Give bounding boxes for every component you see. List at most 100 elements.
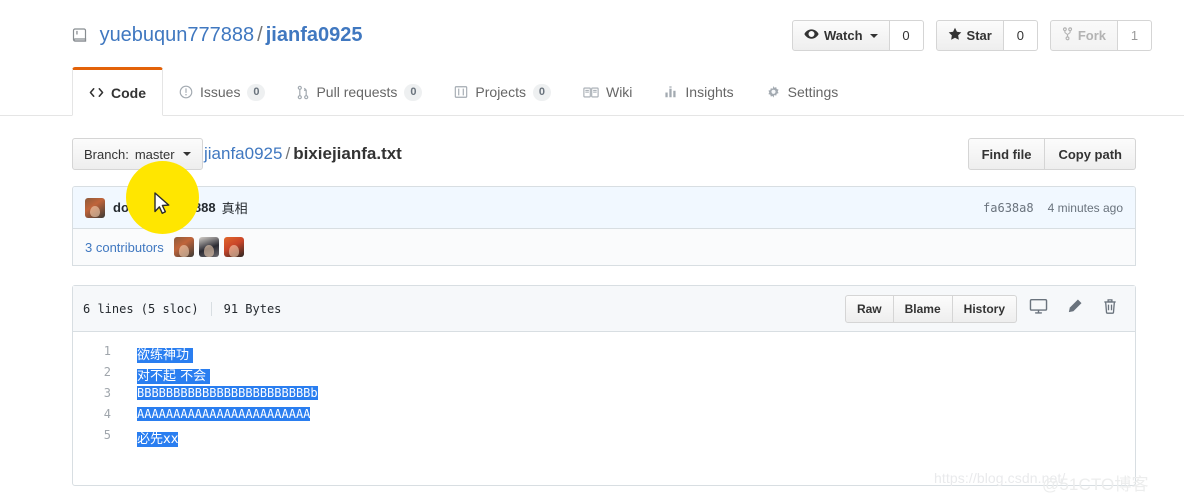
tab-code[interactable]: Code (72, 67, 163, 116)
tab-projects-count: 0 (532, 83, 551, 101)
avatar[interactable] (198, 237, 219, 257)
watch-button[interactable]: Watch (792, 20, 890, 51)
line-text: AAAAAAAAAAAAAAAAAAAAAAAA (137, 407, 311, 421)
tab-settings-label: Settings (787, 84, 839, 100)
open-desktop-button[interactable] (1023, 295, 1053, 323)
latest-commit-box: dongfang777888 真相 fa638a8 4 minutes ago … (72, 186, 1136, 266)
blame-button[interactable]: Blame (893, 294, 953, 323)
tab-wiki[interactable]: Wiki (567, 68, 648, 116)
project-board-icon (454, 85, 468, 99)
blob-info: 6 lines (5 sloc) 91 Bytes (83, 301, 282, 316)
repo-header: yuebuqun777888/jianfa0925 Watch 0 Star 0… (0, 0, 1184, 68)
avatar[interactable] (223, 237, 244, 257)
blob-code: 1 欲练神功 2 对不起 不会 3 BBBBBBBBBBBBBBBBBBBBBB… (73, 332, 1135, 449)
watch-button-group: Watch 0 (792, 20, 924, 51)
line-content[interactable]: 欲练神功 (121, 344, 194, 363)
watch-count[interactable]: 0 (889, 20, 924, 51)
file-nav-buttons: Find file Copy path (967, 138, 1136, 170)
fork-button[interactable]: Fork (1049, 20, 1118, 51)
tab-wiki-label: Wiki (605, 84, 633, 100)
copy-path-button[interactable]: Copy path (1045, 138, 1136, 170)
tab-pull-requests-label: Pull requests (316, 84, 398, 100)
repo-owner-link[interactable]: yuebuqun777888 (100, 24, 255, 46)
branch-name: master (134, 146, 175, 162)
tab-issues[interactable]: Issues 0 (163, 68, 281, 116)
breadcrumb-separator: / (285, 144, 291, 163)
branch-label: Branch: (84, 146, 129, 162)
tab-insights-label: Insights (685, 84, 734, 100)
breadcrumb: jianfa0925/bixiejianfa.txt (204, 141, 402, 167)
fork-button-group: Fork 1 (1049, 20, 1152, 51)
eye-icon (804, 28, 819, 43)
star-count[interactable]: 0 (1003, 20, 1038, 51)
commit-author-link[interactable]: dongfang777888 (113, 200, 216, 215)
line-number: 5 (103, 428, 111, 442)
trash-icon (1102, 298, 1118, 320)
line-content[interactable]: AAAAAAAAAAAAAAAAAAAAAAAA (121, 407, 311, 421)
code-line: 5 必先xx (73, 428, 1135, 449)
git-pull-request-icon (297, 85, 309, 100)
blob-size: 91 Bytes (223, 301, 282, 316)
contributors-row: 3 contributors (73, 229, 1135, 265)
breadcrumb-repo-link[interactable]: jianfa0925 (204, 144, 282, 163)
contributors-link[interactable]: 3 contributors (85, 240, 164, 255)
line-content[interactable]: 必先xx (121, 428, 179, 447)
tab-issues-count: 0 (247, 83, 266, 101)
commit-message: 真相 (221, 201, 248, 216)
code-line: 1 欲练神功 (73, 344, 1135, 365)
history-button[interactable]: History (952, 294, 1017, 323)
line-text: 欲练神功 (137, 348, 194, 363)
delete-file-button[interactable] (1095, 295, 1125, 323)
star-icon (948, 27, 962, 44)
star-button-group: Star 0 (935, 20, 1038, 51)
fork-count[interactable]: 1 (1118, 20, 1152, 51)
repo-title: yuebuqun777888/jianfa0925 (72, 22, 362, 48)
find-file-button[interactable]: Find file (967, 138, 1046, 170)
repo-separator: / (257, 24, 263, 46)
breadcrumb-filename: bixiejianfa.txt (293, 144, 402, 163)
line-content[interactable]: BBBBBBBBBBBBBBBBBBBBBBBBb (121, 386, 318, 400)
code-line: 2 对不起 不会 (73, 365, 1135, 386)
repo-book-icon (72, 25, 88, 42)
chevron-down-icon (182, 152, 191, 156)
avatar[interactable] (173, 237, 194, 257)
branch-select-button[interactable]: Branch: master (72, 138, 203, 170)
repo-actions: Watch 0 Star 0 Fork 1 (792, 20, 1152, 51)
tab-pull-requests[interactable]: Pull requests 0 (281, 68, 438, 116)
contributor-avatars (173, 237, 244, 257)
commit-row: dongfang777888 真相 fa638a8 4 minutes ago (73, 187, 1135, 229)
repo-nav-tabs: Code Issues 0 Pull requests 0 Projects 0… (72, 67, 855, 116)
edit-file-button[interactable] (1059, 295, 1089, 323)
line-content[interactable]: 对不起 不会 (121, 365, 211, 384)
blob-header: 6 lines (5 sloc) 91 Bytes Raw Blame Hist… (73, 286, 1135, 332)
avatar (85, 197, 105, 218)
tab-insights[interactable]: Insights (648, 68, 749, 116)
raw-button[interactable]: Raw (844, 294, 894, 323)
file-blob: 6 lines (5 sloc) 91 Bytes Raw Blame Hist… (72, 285, 1136, 486)
book-icon (583, 86, 599, 99)
tab-projects[interactable]: Projects 0 (438, 68, 567, 116)
line-text: 对不起 不会 (137, 369, 211, 384)
github-file-page: yuebuqun777888/jianfa0925 Watch 0 Star 0… (0, 0, 1184, 501)
blob-actions: Raw Blame History (844, 294, 1125, 323)
repo-name-link[interactable]: jianfa0925 (266, 24, 363, 46)
tab-settings[interactable]: Settings (750, 68, 855, 116)
tab-projects-label: Projects (475, 84, 526, 100)
commit-time: 4 minutes ago (1047, 200, 1123, 215)
repo-nav: Code Issues 0 Pull requests 0 Projects 0… (0, 67, 1184, 116)
line-text: 必先xx (137, 432, 179, 447)
watch-label: Watch (824, 28, 863, 43)
commit-sha[interactable]: fa638a8 (983, 201, 1034, 215)
code-line: 4 AAAAAAAAAAAAAAAAAAAAAAAA (73, 407, 1135, 428)
graph-icon (664, 85, 678, 99)
blob-lines-info: 6 lines (5 sloc) (83, 301, 199, 316)
desktop-icon (1029, 298, 1048, 320)
code-icon (89, 86, 104, 99)
fork-icon (1062, 27, 1073, 44)
star-button[interactable]: Star (935, 20, 1004, 51)
pencil-icon (1066, 298, 1083, 320)
gear-icon (766, 85, 781, 100)
chevron-down-icon (869, 33, 878, 38)
line-number: 2 (103, 365, 111, 379)
tab-issues-label: Issues (200, 84, 241, 100)
